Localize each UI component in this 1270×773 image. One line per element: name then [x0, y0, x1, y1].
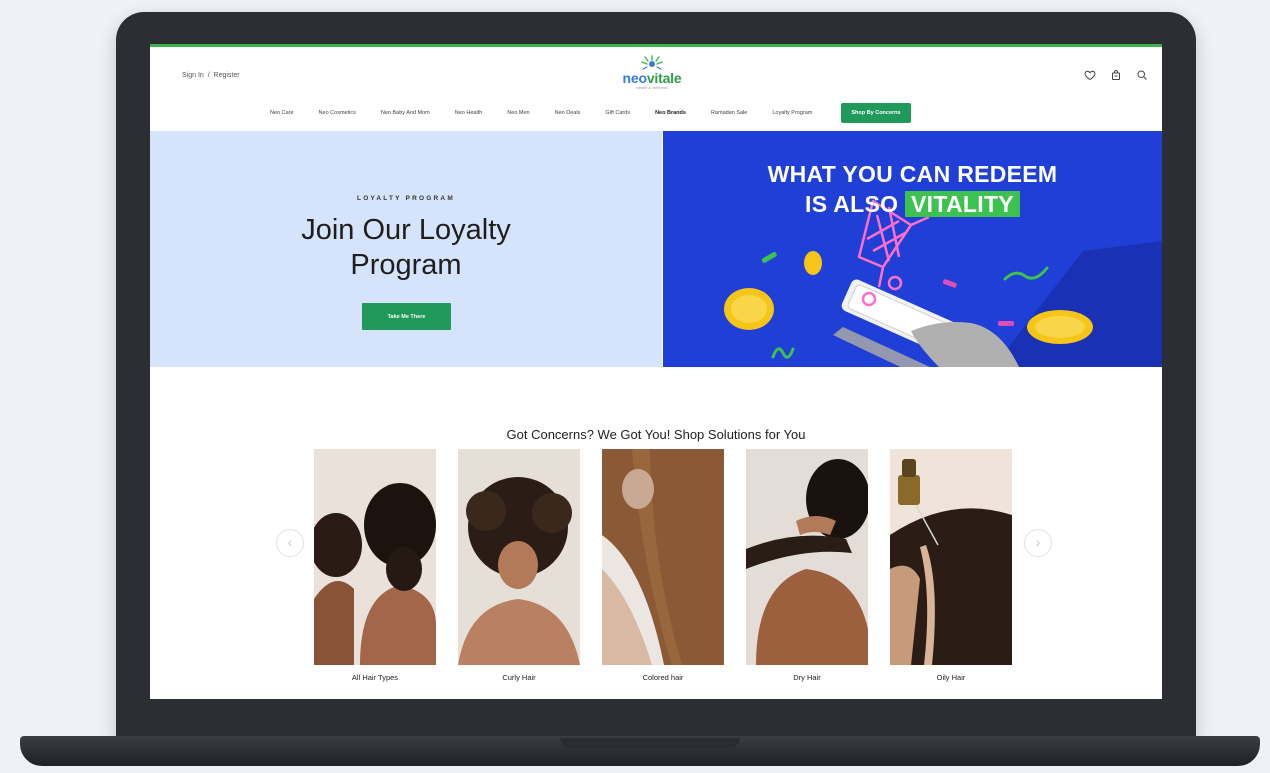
nav-item-neo-men[interactable]: Neo Men	[507, 110, 529, 116]
heart-icon[interactable]	[1084, 69, 1096, 81]
promo-banner[interactable]: WHAT YOU CAN REDEEM IS ALSO VITALITY	[663, 131, 1162, 367]
logo-wordmark: neovitale	[622, 70, 682, 86]
promo-highlight: VITALITY	[905, 191, 1020, 217]
card-label: Dry Hair	[793, 673, 821, 682]
card-label: Oily Hair	[936, 673, 966, 682]
nav-item-neo-baby-and-mom[interactable]: Neo Baby And Mom	[381, 110, 430, 116]
nav-item-neo-cosmetics[interactable]: Neo Cosmetics	[319, 110, 356, 116]
nav-item-loyalty-program[interactable]: Loyalty Program	[772, 110, 812, 116]
concerns-title: Got Concerns? We Got You! Shop Solutions…	[506, 427, 806, 442]
concern-card-curly-hair[interactable]: Curly Hair	[458, 449, 580, 682]
card-image	[458, 449, 580, 665]
laptop-notch	[560, 738, 740, 748]
site-logo[interactable]: neovitale health & wellness	[622, 55, 682, 90]
main-nav: Neo Care Neo Cosmetics Neo Baby And Mom …	[270, 103, 911, 123]
card-image	[890, 449, 1012, 665]
concern-card-oily-hair[interactable]: Oily Hair	[890, 449, 1012, 682]
bag-icon[interactable]	[1110, 69, 1122, 81]
account-links: Sign In / Register	[182, 72, 240, 79]
card-label: Curly Hair	[502, 673, 536, 682]
card-label: Colored hair	[642, 673, 684, 682]
loyalty-hero: LOYALTY PROGRAM Join Our Loyalty Program…	[150, 131, 662, 367]
promo-headline-line2: IS ALSO VITALITY	[663, 191, 1162, 218]
nav-item-neo-health[interactable]: Neo Health	[455, 110, 483, 116]
nav-item-neo-deals[interactable]: Neo Deals	[555, 110, 581, 116]
hero-title: Join Our Loyalty Program	[301, 214, 511, 281]
take-me-there-button[interactable]: Take Me There	[362, 303, 451, 330]
nav-item-neo-brands[interactable]: Neo Brands	[655, 110, 686, 116]
card-label: All Hair Types	[351, 673, 399, 682]
browser-screen: Sign In / Register neovitale health & we…	[150, 44, 1162, 699]
search-icon[interactable]	[1136, 69, 1148, 81]
card-image	[746, 449, 868, 665]
promo-headline-line1: WHAT YOU CAN REDEEM	[767, 161, 1058, 187]
nav-item-neo-care[interactable]: Neo Care	[270, 110, 294, 116]
shop-by-concerns-button[interactable]: Shop By Concerns	[841, 103, 911, 123]
concern-card-dry-hair[interactable]: Dry Hair	[746, 449, 868, 682]
site-header: Sign In / Register neovitale health & we…	[150, 47, 1162, 131]
separator: /	[207, 72, 210, 79]
coin-icon	[804, 251, 822, 275]
concern-card-all-hair-types[interactable]: All Hair Types	[314, 449, 436, 682]
carousel-next-button[interactable]: ›	[1024, 529, 1052, 557]
nav-item-gift-cards[interactable]: Gift Cards	[605, 110, 630, 116]
logo-leaf-icon	[641, 55, 663, 70]
header-icons	[1084, 69, 1148, 81]
sign-in-link[interactable]: Sign In	[182, 72, 204, 79]
concern-card-colored-hair[interactable]: Colored hair	[602, 449, 724, 682]
nav-item-ramadan-sale[interactable]: Ramadan Sale	[711, 110, 747, 116]
card-image	[314, 449, 436, 665]
carousel-prev-button[interactable]: ‹	[276, 529, 304, 557]
register-link[interactable]: Register	[214, 72, 240, 79]
hero-eyebrow: LOYALTY PROGRAM	[357, 195, 455, 202]
card-image	[602, 449, 724, 665]
